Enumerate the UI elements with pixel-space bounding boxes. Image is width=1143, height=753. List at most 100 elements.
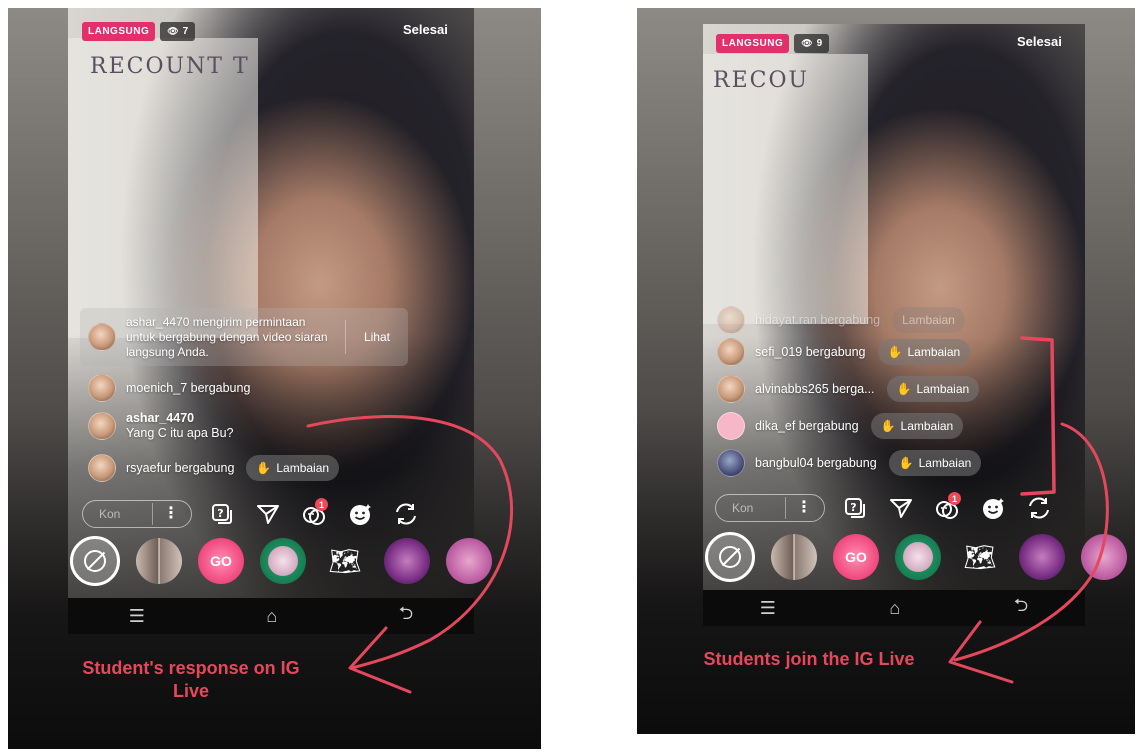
- menu-icon[interactable]: ☰: [760, 598, 776, 619]
- viewer-count-value: 7: [182, 26, 189, 37]
- live-status: LANGSUNG 👁 9: [716, 34, 830, 53]
- wave-button[interactable]: ✋ Lambaian: [886, 376, 980, 402]
- filter-carousel: GO 🗺: [70, 536, 508, 586]
- map-filter-icon[interactable]: 🗺: [322, 538, 368, 584]
- caption-line: Student's response on IG: [82, 658, 300, 678]
- filter-item[interactable]: [1019, 534, 1065, 580]
- list-item: hidayat.ran bergabung Lambaian: [717, 306, 965, 334]
- avatar: [88, 323, 116, 351]
- guest-requests-icon[interactable]: 1: [931, 492, 963, 524]
- filter-item[interactable]: GO: [198, 538, 244, 584]
- end-live-button[interactable]: Selesai: [1017, 34, 1062, 49]
- send-icon[interactable]: [252, 498, 284, 530]
- menu-icon[interactable]: ☰: [129, 606, 145, 627]
- map-filter-icon[interactable]: 🗺: [957, 534, 1003, 580]
- filter-item[interactable]: [446, 538, 492, 584]
- wave-hand-icon: ✋: [898, 456, 914, 470]
- list-item: rsyaefur bergabung ✋ Lambaian: [88, 454, 340, 482]
- list-item: moenich_7 bergabung: [88, 374, 250, 402]
- comment-text: ashar_4470 Yang C itu apa Bu?: [126, 411, 233, 441]
- view-request-button[interactable]: Lihat: [344, 320, 408, 354]
- comment-field[interactable]: [730, 500, 774, 516]
- join-text: hidayat.ran bergabung: [755, 312, 881, 327]
- more-options-icon[interactable]: ⋮: [152, 503, 179, 525]
- wave-label: Lambaian: [918, 456, 972, 470]
- notebook-text: RECOU: [713, 68, 810, 93]
- filter-item[interactable]: GO: [833, 534, 879, 580]
- wave-hand-icon: ✋: [887, 345, 903, 359]
- no-filter-button[interactable]: [705, 532, 755, 582]
- filter-item[interactable]: [895, 534, 941, 580]
- live-toolbar: ⋮ ? 1: [715, 492, 1055, 524]
- filter-item[interactable]: [384, 538, 430, 584]
- join-request-text: ashar_4470 mengirim permintaan untuk ber…: [126, 314, 328, 359]
- effects-icon[interactable]: [344, 498, 376, 530]
- question-icon[interactable]: ?: [206, 498, 238, 530]
- comment-field[interactable]: [97, 506, 141, 522]
- wave-button[interactable]: ✋ Lambaian: [877, 339, 971, 365]
- switch-camera-icon[interactable]: [1023, 492, 1055, 524]
- send-icon[interactable]: [885, 492, 917, 524]
- send-glyph: [257, 505, 279, 524]
- viewer-count-value: 9: [816, 38, 823, 49]
- join-text: bangbul04 bergabung: [755, 455, 877, 470]
- wave-label: Lambaian: [276, 461, 330, 475]
- no-filter-icon: [719, 546, 741, 568]
- filter-item[interactable]: [260, 538, 306, 584]
- join-text: sefi_019 bergabung: [755, 344, 866, 359]
- eye-icon: 👁: [801, 38, 813, 48]
- smiley-glyph: [983, 498, 1004, 519]
- wave-button[interactable]: ✋ Lambaian: [246, 455, 340, 481]
- viewer-count[interactable]: 👁 9: [794, 34, 830, 53]
- wave-button[interactable]: ✋ Lambaian: [888, 450, 982, 476]
- svg-text:?: ?: [217, 507, 223, 520]
- svg-text:?: ?: [850, 501, 856, 514]
- question-glyph: ?: [845, 498, 865, 518]
- avatar: [717, 412, 745, 440]
- filter-item[interactable]: [136, 538, 182, 584]
- wave-hand-icon: ✋: [880, 419, 896, 433]
- comment-input[interactable]: ⋮: [715, 494, 825, 522]
- notebook-text: RECOUNT T: [90, 54, 250, 79]
- home-icon[interactable]: ⌂: [889, 598, 900, 619]
- wave-hand-icon: ✋: [896, 382, 912, 396]
- filter-item[interactable]: [1081, 534, 1127, 580]
- back-icon[interactable]: ⮌: [1014, 593, 1028, 623]
- comment-text: rsyaefur bergabung: [126, 460, 235, 475]
- smiley-glyph: [350, 504, 371, 525]
- no-filter-button[interactable]: [70, 536, 120, 586]
- avatar: [717, 338, 745, 366]
- more-options-icon[interactable]: ⋮: [785, 497, 812, 519]
- comment-body: Yang C itu apa Bu?: [126, 426, 234, 440]
- caption-line: Live: [172, 681, 210, 701]
- list-item: sefi_019 bergabung ✋ Lambaian: [717, 338, 971, 366]
- android-nav-bar: ☰ ⌂ ⮌: [68, 598, 474, 634]
- wave-button[interactable]: ✋ Lambaian: [870, 413, 964, 439]
- rotate-glyph: [1029, 497, 1049, 519]
- switch-camera-icon[interactable]: [390, 498, 422, 530]
- avatar: [88, 454, 116, 482]
- no-filter-icon: [84, 550, 106, 572]
- filter-item[interactable]: [771, 534, 817, 580]
- end-live-button[interactable]: Selesai: [403, 22, 448, 37]
- rotate-glyph: [396, 503, 416, 525]
- list-item: dika_ef bergabung ✋ Lambaian: [717, 412, 964, 440]
- viewer-count[interactable]: 👁 7: [160, 22, 196, 41]
- avatar: [717, 449, 745, 477]
- back-icon[interactable]: ⮌: [399, 601, 413, 631]
- wave-button[interactable]: Lambaian: [892, 307, 965, 333]
- effects-icon[interactable]: [977, 492, 1009, 524]
- live-toolbar: ⋮ ? 1: [82, 498, 422, 530]
- live-status: LANGSUNG 👁 7: [82, 22, 196, 41]
- avatar: [88, 374, 116, 402]
- list-item: bangbul04 bergabung ✋ Lambaian: [717, 449, 982, 477]
- join-text: dika_ef bergabung: [755, 418, 859, 433]
- comment-input[interactable]: ⋮: [82, 500, 192, 528]
- home-icon[interactable]: ⌂: [266, 606, 277, 627]
- question-icon[interactable]: ?: [839, 492, 871, 524]
- guest-requests-icon[interactable]: 1: [298, 498, 330, 530]
- eye-icon: 👁: [167, 26, 179, 36]
- send-glyph: [890, 499, 912, 518]
- right-screenshot: RECOU LANGSUNG 👁 9 Selesai hidayat.ran b…: [637, 8, 1135, 734]
- notebook-background: [703, 54, 868, 324]
